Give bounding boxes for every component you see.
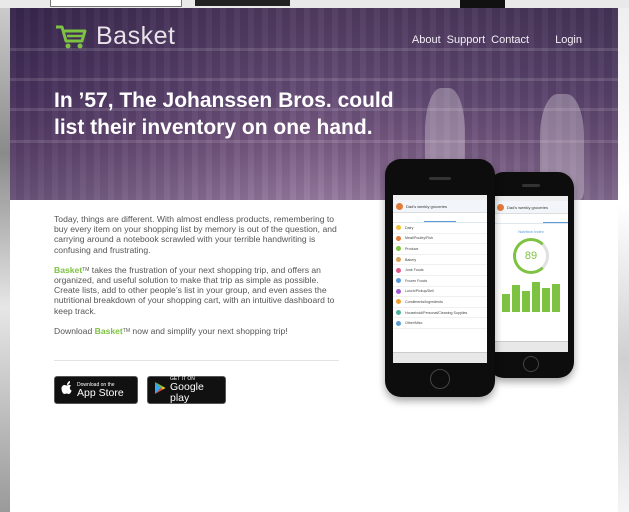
- cta-text-post: now and simplify your next shopping trip…: [130, 325, 288, 336]
- phone-screen-list: Dad's weekly groceries Dairy Meat/Poultry…: [393, 195, 487, 363]
- category-label: Bakery: [405, 257, 417, 262]
- nav-login[interactable]: Login: [555, 34, 582, 46]
- nutrition-bar: [532, 282, 540, 312]
- hero-headline: In ’57, The Johanssen Bros. could list t…: [54, 89, 394, 139]
- section-divider: [54, 360, 339, 361]
- intro-copy: Today, things are different. With almost…: [54, 214, 344, 346]
- category-row[interactable]: Other/Misc: [393, 318, 487, 329]
- category-label: Junk Foods: [405, 268, 424, 273]
- category-list: Dairy Meat/Poultry/Fish Produce Bakery Junk …: [393, 223, 487, 329]
- category-row[interactable]: Condiments/Ingredients: [393, 297, 487, 308]
- category-icon: [396, 246, 401, 252]
- app-store-label: App Store: [77, 386, 124, 399]
- brand-logo[interactable]: Basket: [54, 22, 175, 51]
- nutrition-bar: [542, 288, 550, 312]
- category-label: Produce: [405, 246, 419, 251]
- nutrition-bar: [552, 283, 560, 312]
- nutrition-bar: [522, 291, 530, 312]
- home-button: [430, 369, 450, 389]
- category-row[interactable]: Bakery: [393, 255, 487, 266]
- phone-speaker: [522, 184, 540, 187]
- app-tab-bar: [494, 341, 568, 352]
- backdrop-top: [0, 0, 629, 8]
- nutrition-score-gauge: 89: [513, 238, 549, 274]
- category-row[interactable]: Lunch/Pickup/Deli: [393, 287, 487, 298]
- category-row[interactable]: Household/Personal/Cleaning Supplies: [393, 308, 487, 319]
- features-paragraph: BasketTM takes the frustration of your n…: [54, 265, 344, 316]
- backdrop-right: [617, 0, 629, 512]
- category-row[interactable]: Frozen Foods: [393, 276, 487, 287]
- list-title: Dad's weekly groceries: [507, 204, 549, 210]
- nutrition-score: 89: [524, 250, 538, 262]
- cta-text-pre: Download: [54, 325, 95, 336]
- nutrition-bar-chart: [502, 282, 560, 312]
- category-label: Other/Misc: [405, 321, 423, 326]
- category-label: Dairy: [405, 225, 414, 230]
- app-header: Dad's weekly groceries: [393, 200, 487, 213]
- category-icon: [396, 320, 401, 326]
- category-row[interactable]: Dairy: [393, 223, 487, 234]
- category-icon: [396, 278, 401, 284]
- list-title: Dad's weekly groceries: [406, 203, 448, 209]
- nav-support[interactable]: Support: [447, 34, 486, 46]
- google-play-icon: [154, 381, 166, 400]
- category-label: Household/Personal/Cleaning Supplies: [405, 310, 468, 315]
- category-icon: [396, 235, 401, 241]
- backdrop-thumbnail: [50, 0, 182, 7]
- app-tab-bar: [393, 352, 487, 363]
- cta-paragraph: Download BasketTM now and simplify your …: [54, 326, 344, 336]
- brand-name: Basket: [96, 22, 176, 50]
- category-row[interactable]: Meat/Poultry/Fish: [393, 234, 487, 245]
- features-text: takes the frustration of your next shopp…: [54, 264, 335, 316]
- category-icon: [396, 310, 401, 316]
- category-icon: [396, 288, 401, 294]
- backdrop-thumbnail: [460, 0, 505, 8]
- nutrition-bar: [502, 294, 510, 312]
- backdrop-thumbnail: [195, 0, 290, 6]
- avatar: [497, 203, 504, 211]
- nutrition-bar: [512, 285, 520, 312]
- phone-speaker: [429, 177, 451, 180]
- nav-about[interactable]: About: [412, 34, 441, 46]
- category-icon: [396, 267, 401, 273]
- apple-icon: [61, 380, 73, 400]
- category-label: Frozen Foods: [405, 278, 428, 283]
- category-row[interactable]: Produce: [393, 244, 487, 255]
- brand-mention: Basket: [54, 264, 83, 275]
- phone-mockup-list: Dad's weekly groceries Dairy Meat/Poultry…: [385, 159, 495, 397]
- trademark-mark: TM: [122, 327, 131, 334]
- app-store-button[interactable]: Download on the App Store: [54, 376, 138, 404]
- category-icon: [396, 257, 401, 263]
- category-label: Meat/Poultry/Fish: [405, 236, 433, 241]
- category-label: Condiments/Ingredients: [405, 299, 443, 304]
- app-header: Dad's weekly groceries: [494, 201, 568, 214]
- google-play-button[interactable]: GET IT ON Google play: [147, 376, 226, 404]
- phone-mockup-dashboard: Dad's weekly groceries Nutrition Index 8…: [488, 172, 574, 378]
- category-icon: [396, 225, 401, 231]
- brand-mention: Basket: [94, 325, 123, 336]
- top-nav: About Support Contact Login: [406, 34, 582, 46]
- shopping-cart-icon: [54, 24, 88, 50]
- google-play-label: Google play: [170, 381, 204, 404]
- backdrop-left: [0, 0, 10, 512]
- category-label: Lunch/Pickup/Deli: [405, 289, 434, 294]
- home-button: [523, 356, 539, 372]
- phone-screen-dashboard: Dad's weekly groceries Nutrition Index 8…: [494, 196, 568, 352]
- dashboard-title: Nutrition Index: [518, 229, 544, 234]
- nav-contact[interactable]: Contact: [491, 34, 529, 46]
- category-row[interactable]: Junk Foods: [393, 265, 487, 276]
- avatar: [396, 202, 403, 210]
- category-icon: [396, 299, 401, 305]
- intro-paragraph: Today, things are different. With almost…: [54, 214, 337, 255]
